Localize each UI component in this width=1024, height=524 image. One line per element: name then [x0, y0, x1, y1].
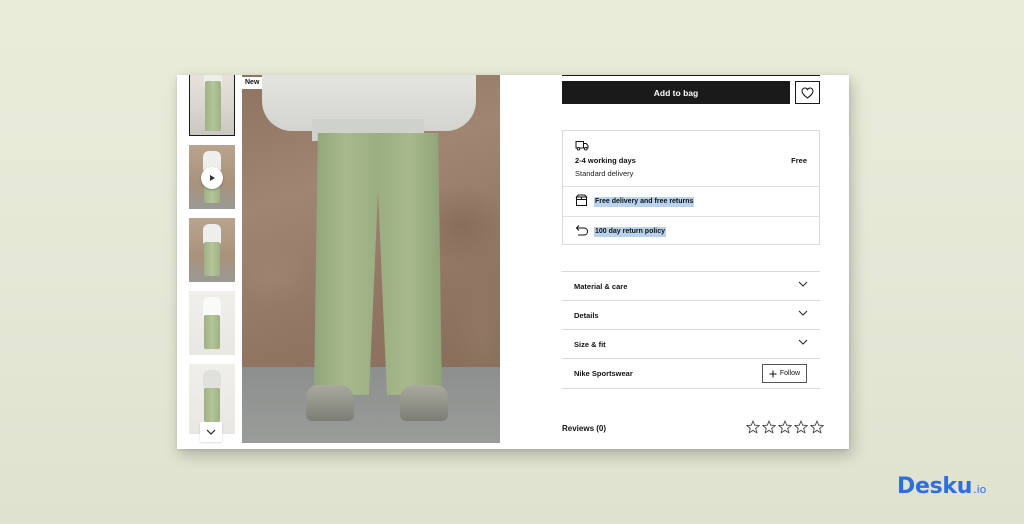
chevron-down-icon	[798, 339, 808, 345]
product-page-card: New Add to bag 2-4 working days Free Sta…	[177, 75, 849, 449]
accordion-label: Size & fit	[574, 339, 606, 349]
thumbnail-4[interactable]	[189, 291, 235, 355]
thumbnail-figure-legs	[204, 242, 220, 276]
chevron-down-icon	[798, 281, 808, 287]
accordion-details[interactable]: Details	[562, 301, 820, 330]
delivery-type: Standard delivery	[575, 169, 634, 178]
logo-name: Desku	[897, 474, 973, 499]
star-icon	[746, 420, 760, 434]
favorite-button[interactable]	[795, 81, 820, 104]
chevron-down-icon	[798, 310, 808, 316]
thumbnail-strip	[189, 75, 235, 449]
delivery-days: 2-4 working days	[575, 156, 636, 165]
star-icon	[810, 420, 824, 434]
product-details-panel: Add to bag 2-4 working days Free Standar…	[562, 75, 824, 449]
follow-label: Follow	[779, 370, 801, 377]
brand-row: Nike Sportswear Follow	[562, 359, 820, 389]
product-info-accordion: Material & care Details Size & fit Nike …	[562, 271, 820, 389]
delivery-info-box: 2-4 working days Free Standard delivery …	[562, 130, 820, 245]
thumbnail-figure-legs	[205, 81, 221, 131]
star-icon	[794, 420, 808, 434]
hero-floor	[242, 367, 500, 443]
truck-icon	[575, 141, 589, 151]
star-icon	[762, 420, 776, 434]
play-icon[interactable]	[201, 167, 223, 189]
product-hero-image[interactable]: New	[242, 75, 500, 443]
reviews-label[interactable]: Reviews (0)	[562, 424, 606, 433]
plus-icon	[769, 370, 777, 377]
thumbnail-3[interactable]	[189, 218, 235, 282]
add-to-bag-button[interactable]: Add to bag	[562, 81, 790, 104]
accordion-size-fit[interactable]: Size & fit	[562, 330, 820, 359]
new-badge: New	[242, 77, 263, 89]
return-arrow-icon	[575, 225, 589, 236]
chevron-down-icon	[206, 429, 216, 435]
return-policy-text: 100 day return policy	[594, 227, 667, 237]
star-icon	[778, 420, 792, 434]
delivery-price: Free	[791, 156, 807, 165]
rating-stars	[746, 420, 824, 434]
accordion-material-care[interactable]: Material & care	[562, 272, 820, 301]
heart-icon	[801, 86, 814, 99]
return-policy-row: 100 day return policy	[563, 216, 819, 246]
thumbnail-figure-legs	[204, 315, 220, 349]
hero-shoe-left	[306, 385, 354, 421]
logo-tld: .io	[973, 483, 987, 496]
thumbnail-figure	[203, 224, 221, 244]
brand-name[interactable]: Nike Sportswear	[574, 369, 633, 378]
accordion-label: Details	[574, 310, 599, 320]
hero-shoe-right	[400, 385, 448, 421]
follow-button[interactable]: Follow	[762, 364, 807, 383]
accordion-label: Material & care	[574, 281, 628, 291]
desku-logo: Desku .io	[897, 474, 986, 499]
free-returns-text: Free delivery and free returns	[594, 197, 695, 207]
thumbnail-1[interactable]	[189, 75, 235, 136]
thumbnail-figure	[203, 297, 221, 317]
thumbnail-figure	[203, 370, 221, 390]
thumbnail-2-video[interactable]	[189, 145, 235, 209]
package-icon	[575, 194, 588, 206]
thumbnail-scroll-down-button[interactable]	[200, 422, 222, 442]
thumbnail-figure-legs	[204, 388, 220, 422]
free-returns-row: Free delivery and free returns	[563, 186, 819, 216]
top-divider	[562, 75, 820, 76]
